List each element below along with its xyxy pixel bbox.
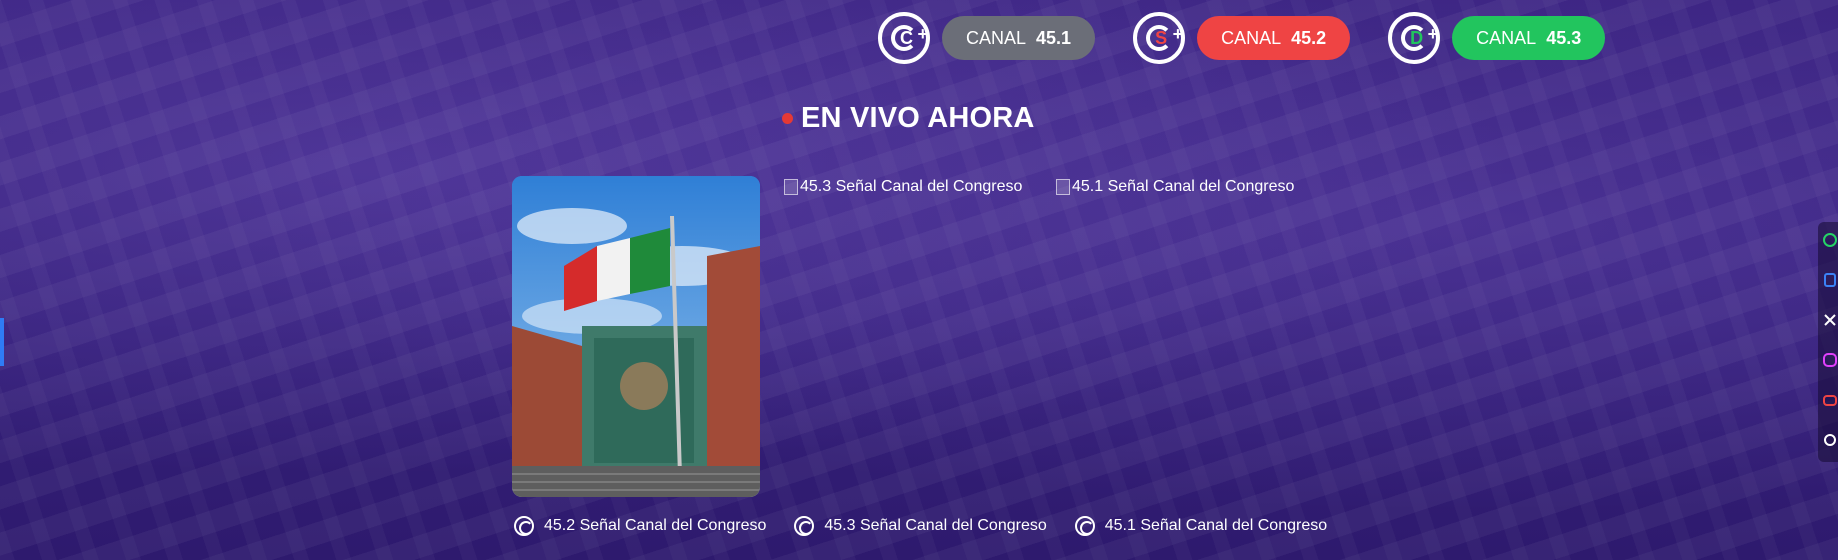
channel-label: CANAL bbox=[1476, 27, 1537, 48]
channel-number: 45.3 bbox=[1546, 27, 1582, 48]
canal-logo-icon bbox=[794, 516, 815, 536]
signal-links: 45.2 Señal Canal del Congreso 45.3 Señal… bbox=[514, 516, 1327, 536]
signal-link-label: 45.2 Señal Canal del Congreso bbox=[544, 517, 767, 534]
canal-d-logo-icon: D + bbox=[1388, 12, 1441, 64]
channel-selector: C + CANAL 45.1 S + CANAL 45.2 D + CANAL … bbox=[878, 12, 1606, 64]
live-thumbnail[interactable] bbox=[512, 176, 760, 497]
facebook-icon[interactable] bbox=[1822, 272, 1838, 288]
channel-button-45-2[interactable]: CANAL 45.2 bbox=[1197, 16, 1351, 60]
canal-logo-icon bbox=[1074, 516, 1095, 536]
left-edge-marker bbox=[0, 318, 4, 366]
whatsapp-icon[interactable] bbox=[1822, 232, 1838, 248]
channel-45-1[interactable]: C + CANAL 45.1 bbox=[878, 12, 1096, 64]
channel-label: CANAL bbox=[1221, 27, 1282, 48]
broken-image-icon bbox=[1056, 179, 1070, 195]
broken-image-icon bbox=[784, 179, 798, 195]
background-texture bbox=[0, 0, 1838, 560]
instagram-icon[interactable] bbox=[1822, 352, 1838, 368]
canal-logo-icon bbox=[514, 516, 534, 536]
channel-button-45-1[interactable]: CANAL 45.1 bbox=[942, 16, 1096, 60]
signal-link-label: 45.3 Señal Canal del Congreso bbox=[824, 517, 1047, 534]
signal-link-45-1[interactable]: 45.1 Señal Canal del Congreso bbox=[1074, 516, 1328, 536]
signal-link-label: 45.1 Señal Canal del Congreso bbox=[1104, 517, 1328, 534]
live-now-title: EN VIVO AHORA bbox=[801, 102, 1035, 134]
canal-s-logo-icon: S + bbox=[1133, 12, 1186, 64]
social-sidebar bbox=[1818, 222, 1838, 462]
canal-c-logo-icon: C + bbox=[878, 12, 930, 64]
x-icon[interactable] bbox=[1822, 312, 1838, 328]
threads-icon[interactable] bbox=[1822, 432, 1838, 448]
channel-number: 45.2 bbox=[1291, 27, 1327, 48]
channel-45-3[interactable]: D + CANAL 45.3 bbox=[1388, 12, 1606, 64]
channel-number: 45.1 bbox=[1036, 27, 1072, 48]
broken-image-45-1[interactable]: 45.1 Señal Canal del Congreso bbox=[1056, 178, 1294, 196]
channel-button-45-3[interactable]: CANAL 45.3 bbox=[1452, 16, 1606, 60]
live-now-heading: EN VIVO AHORA bbox=[782, 102, 1035, 135]
broken-image-45-3[interactable]: 45.3 Señal Canal del Congreso bbox=[784, 178, 1022, 196]
congress-flag-photo bbox=[512, 176, 760, 497]
broken-image-alt: 45.1 Señal Canal del Congreso bbox=[1072, 178, 1295, 195]
channel-label: CANAL bbox=[966, 27, 1027, 48]
signal-link-45-2[interactable]: 45.2 Señal Canal del Congreso bbox=[514, 516, 766, 536]
youtube-icon[interactable] bbox=[1822, 392, 1838, 408]
broken-image-alt: 45.3 Señal Canal del Congreso bbox=[800, 178, 1023, 195]
channel-45-2[interactable]: S + CANAL 45.2 bbox=[1133, 12, 1351, 64]
live-dot-icon bbox=[782, 113, 793, 124]
signal-link-45-3[interactable]: 45.3 Señal Canal del Congreso bbox=[794, 516, 1047, 536]
